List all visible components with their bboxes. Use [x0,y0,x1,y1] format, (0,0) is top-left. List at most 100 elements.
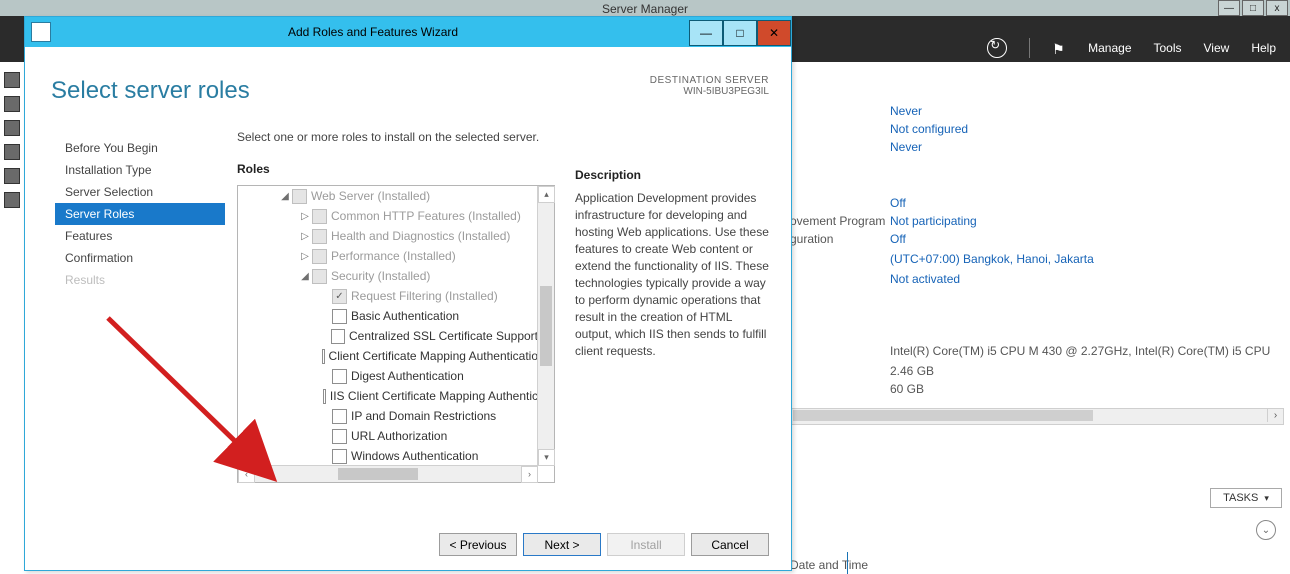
role-security[interactable]: Security (Installed) [238,266,538,286]
bg-link-off[interactable]: Off [890,232,906,246]
roles-vscrollbar[interactable]: ▴ ▾ [537,186,554,466]
minimize-app-icon[interactable]: — [1218,0,1240,16]
roles-hscrollbar[interactable]: ‹ › [238,465,538,482]
bg-link-timezone[interactable]: (UTC+07:00) Bangkok, Hanoi, Jakarta [890,252,1094,266]
checkbox[interactable] [312,209,327,224]
scroll-up-icon[interactable]: ▴ [538,186,555,203]
refresh-icon[interactable] [987,38,1007,58]
checkbox[interactable] [332,409,347,424]
next-button[interactable]: Next > [523,533,601,556]
bg-cpu: Intel(R) Core(TM) i5 CPU M 430 @ 2.27GHz… [890,344,1270,358]
role-client-cert-mapping[interactable]: Client Certificate Mapping Authenticatio [238,346,538,366]
bg-link-activation[interactable]: Not activated [890,272,960,286]
wizard-title: Add Roles and Features Wizard [57,25,689,39]
sidebar-icon[interactable] [4,168,20,184]
bg-link-never[interactable]: Never [890,104,922,118]
checkbox[interactable] [332,289,347,304]
previous-button[interactable]: < Previous [439,533,517,556]
sidebar-icon[interactable] [4,72,20,88]
wizard-minimize-icon[interactable]: — [689,20,723,46]
description-text: Application Development provides infrast… [575,190,770,360]
destination-server-block: DESTINATION SERVER WIN-5IBU3PEG3IL [650,75,769,97]
checkbox[interactable] [312,269,327,284]
role-windows-auth[interactable]: Windows Authentication [238,446,538,466]
bg-date-time-partial: Date and Time [790,558,868,572]
scroll-down-icon[interactable]: ▾ [538,449,555,466]
nav-server-roles[interactable]: Server Roles [55,203,225,225]
checkbox[interactable] [292,189,307,204]
bg-link-participating[interactable]: Not participating [890,214,977,228]
role-url-authorization[interactable]: URL Authorization [238,426,538,446]
menu-manage[interactable]: Manage [1088,41,1131,55]
wizard-instruction: Select one or more roles to install on t… [237,130,769,144]
destination-server-label: DESTINATION SERVER [650,75,769,86]
bg-link-off[interactable]: Off [890,196,906,210]
role-request-filtering[interactable]: Request Filtering (Installed) [238,286,538,306]
role-centralized-ssl[interactable]: Centralized SSL Certificate Support [238,326,538,346]
sidebar-icon[interactable] [4,192,20,208]
menu-view[interactable]: View [1204,41,1230,55]
roles-tree: Web Server (Installed) Common HTTP Featu… [237,185,555,483]
checkbox[interactable] [312,249,327,264]
nav-server-selection[interactable]: Server Selection [55,181,225,203]
wizard-close-icon[interactable]: ✕ [757,20,791,46]
server-properties-pane: Never Not configured Never Off ovement P… [790,70,1284,566]
description-header: Description [575,168,641,182]
destination-server-name: WIN-5IBU3PEG3IL [650,86,769,97]
bg-hscroll-thumb[interactable] [793,410,1093,421]
bg-hscroll-right[interactable]: › [1267,409,1283,422]
bg-link-never[interactable]: Never [890,140,922,154]
wizard-heading: Select server roles [51,77,250,105]
scroll-right-icon[interactable]: › [521,466,538,483]
collapse-toggle-icon[interactable]: ⌄ [1256,520,1276,540]
nav-results: Results [55,269,225,291]
close-app-icon[interactable]: x [1266,0,1288,16]
role-performance[interactable]: Performance (Installed) [238,246,538,266]
role-common-http[interactable]: Common HTTP Features (Installed) [238,206,538,226]
checkbox[interactable] [322,349,324,364]
sidebar-icon[interactable] [4,120,20,136]
bg-hscrollbar[interactable]: › [790,408,1284,425]
role-ip-domain[interactable]: IP and Domain Restrictions [238,406,538,426]
install-button: Install [607,533,685,556]
role-basic-auth[interactable]: Basic Authentication [238,306,538,326]
app-window-title: Server Manager [0,2,1290,16]
sidebar-icon[interactable] [4,96,20,112]
bg-label-guration: guration [790,232,833,246]
bg-ram: 2.46 GB [890,364,934,378]
sidebar-icons-partial [4,72,20,208]
tasks-dropdown[interactable]: TASKS [1210,488,1282,508]
nav-before-you-begin[interactable]: Before You Begin [55,137,225,159]
menu-tools[interactable]: Tools [1154,41,1182,55]
checkbox[interactable] [323,389,326,404]
role-health-diagnostics[interactable]: Health and Diagnostics (Installed) [238,226,538,246]
checkbox[interactable] [332,369,347,384]
checkbox[interactable] [332,449,347,464]
sidebar-icon[interactable] [4,144,20,160]
role-digest-auth[interactable]: Digest Authentication [238,366,538,386]
separator [1029,38,1030,58]
nav-confirmation[interactable]: Confirmation [55,247,225,269]
wizard-app-icon [31,22,51,42]
checkbox[interactable] [312,229,327,244]
checkbox[interactable] [331,329,345,344]
menu-help[interactable]: Help [1251,41,1276,55]
scroll-thumb[interactable] [540,286,552,366]
checkbox[interactable] [332,309,347,324]
nav-installation-type[interactable]: Installation Type [55,159,225,181]
wizard-maximize-icon[interactable]: □ [723,20,757,46]
cancel-button[interactable]: Cancel [691,533,769,556]
wizard-steps-nav: Before You Begin Installation Type Serve… [55,137,225,291]
nav-features[interactable]: Features [55,225,225,247]
maximize-app-icon[interactable]: □ [1242,0,1264,16]
bg-hdd: 60 GB [890,382,924,396]
notifications-flag-icon[interactable] [1052,41,1066,55]
checkbox[interactable] [332,429,347,444]
roles-header: Roles [237,162,769,176]
scroll-left-icon[interactable]: ‹ [238,466,255,483]
scroll-thumb[interactable] [338,468,418,480]
add-roles-features-wizard: Add Roles and Features Wizard — □ ✕ Sele… [24,16,792,571]
role-web-server[interactable]: Web Server (Installed) [238,186,538,206]
role-iis-client-cert-mapping[interactable]: IIS Client Certificate Mapping Authentic [238,386,538,406]
bg-link-notconfigured[interactable]: Not configured [890,122,968,136]
